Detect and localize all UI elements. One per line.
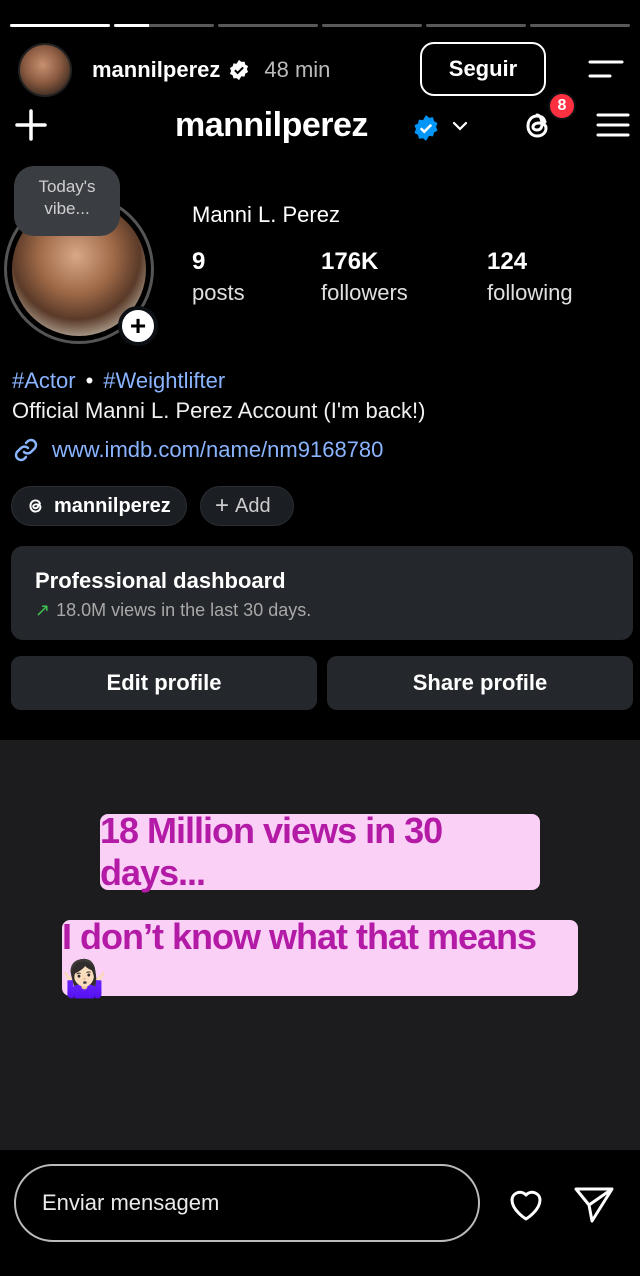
notification-badge: 8 [548, 92, 576, 120]
stat-number: 176K [321, 248, 379, 275]
verified-badge-icon [414, 115, 438, 141]
add-chip-label: Add [235, 494, 271, 517]
plus-icon[interactable] [14, 108, 48, 142]
trend-up-icon: ↗ [35, 600, 51, 620]
heart-icon[interactable] [504, 1182, 548, 1226]
story-avatar[interactable] [18, 43, 72, 97]
threads-chip[interactable]: mannilperez [11, 486, 187, 526]
share-profile-button[interactable]: Share profile [327, 656, 633, 710]
tag-link[interactable]: #Actor [12, 368, 76, 393]
status-area [0, 0, 640, 24]
edit-profile-button[interactable]: Edit profile [11, 656, 317, 710]
verified-icon [228, 59, 250, 81]
stat-label: posts [192, 280, 245, 305]
stat-followers[interactable]: 176K followers [321, 248, 408, 306]
stat-number: 124 [487, 248, 528, 275]
story-header: mannilperez 48 min Seguir [18, 42, 626, 98]
stat-following[interactable]: 124 following [487, 248, 573, 306]
threads-icon [29, 499, 42, 513]
send-icon[interactable] [572, 1182, 616, 1226]
stat-posts[interactable]: 9 posts [192, 248, 245, 306]
add-chip[interactable]: + Add [200, 486, 294, 526]
menu-icon[interactable] [586, 54, 626, 84]
add-story-button[interactable]: + [118, 306, 158, 346]
stat-label: followers [321, 280, 408, 305]
stat-number: 9 [192, 248, 206, 275]
bio-text: Official Manni L. Perez Account (I'm bac… [12, 398, 426, 423]
follow-button[interactable]: Seguir [420, 42, 546, 96]
bio-link[interactable]: www.imdb.com/name/nm9168780 [12, 436, 383, 464]
story-progress [10, 24, 630, 27]
link-text[interactable]: www.imdb.com/name/nm9168780 [52, 437, 383, 463]
professional-dashboard[interactable]: Professional dashboard ↗ 18.0M views in t… [11, 546, 633, 640]
plus-icon: + [215, 492, 230, 519]
profile-handle[interactable]: mannilperez [175, 106, 368, 145]
story-time: 48 min [264, 57, 331, 82]
dashboard-subtitle-text: 18.0M views in the last 30 days. [56, 600, 312, 620]
progress-segment [530, 24, 630, 27]
stat-label: following [487, 280, 573, 305]
story-username[interactable]: mannilperez [92, 57, 220, 83]
tag-link[interactable]: #Weightlifter [103, 368, 225, 393]
progress-segment [322, 24, 422, 27]
reply-bar [0, 1150, 640, 1276]
progress-segment [114, 24, 214, 27]
display-name: Manni L. Perez [192, 202, 340, 227]
bio-tags: #Actor • #Weightlifter [12, 368, 225, 394]
progress-segment [10, 24, 110, 27]
chevron-down-icon[interactable] [450, 116, 470, 136]
progress-segment [426, 24, 526, 27]
tag-separator: • [85, 368, 94, 393]
profile-topbar: mannilperez 8 [0, 92, 640, 156]
note-bubble[interactable]: Today's vibe... [14, 166, 120, 236]
hamburger-icon[interactable] [596, 110, 630, 140]
progress-segment [218, 24, 318, 27]
threads-chip-label: mannilperez [54, 494, 171, 517]
dashboard-title: Professional dashboard [35, 568, 286, 593]
dashboard-subtitle: ↗ 18.0M views in the last 30 days. [35, 600, 609, 621]
message-input[interactable] [14, 1164, 480, 1242]
story-caption: 18 Million views in 30 days... [100, 810, 540, 893]
link-icon [14, 438, 38, 462]
story-caption: I don’t know what that means 🤷🏻‍♀️ [62, 916, 578, 999]
